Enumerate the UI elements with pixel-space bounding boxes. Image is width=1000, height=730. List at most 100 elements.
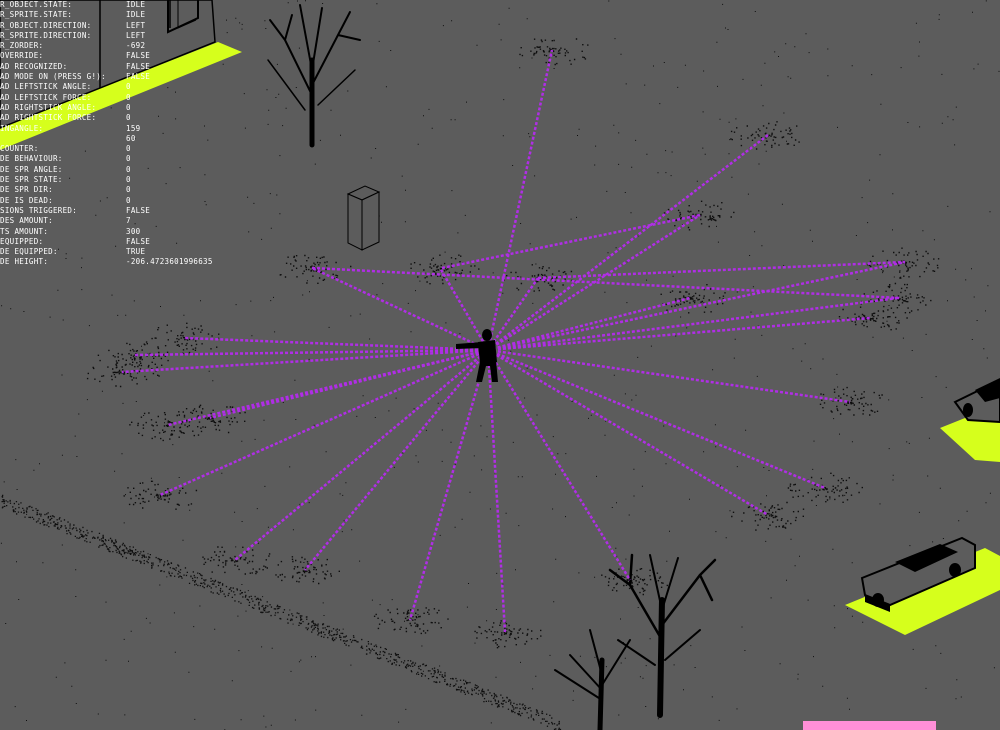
debug-label: DE SPR STATE:: [0, 175, 63, 185]
debug-value: 0: [126, 144, 131, 154]
debug-value: IDLE: [126, 0, 146, 9]
debug-label: R_SPRITE.DIRECTION:: [0, 30, 92, 40]
debug-value: LEFT: [126, 20, 146, 30]
debug-row: R_OBJECT.STATE: IDLE: [0, 0, 250, 10]
debug-label: R_ZORDER:: [0, 41, 44, 51]
debug-value: FALSE: [126, 236, 151, 246]
debug-row: DE IS DEAD: 0: [0, 196, 250, 206]
debug-label: OVERRIDE:: [0, 51, 44, 61]
debug-row: DE SPR ANGLE: 0: [0, 165, 250, 175]
debug-label: SIONS TRIGGERED:: [0, 205, 78, 215]
game-viewport[interactable]: R_OBJECT.STATE: IDLE R_SPRITE.STATE: IDLE R_…: [0, 0, 1000, 730]
debug-overlay: R_OBJECT.STATE: IDLE R_SPRITE.STATE: IDLE R_…: [0, 0, 250, 268]
debug-value: FALSE: [126, 72, 151, 82]
debug-label: COUNTER:: [0, 144, 39, 154]
debug-label: DE EQUIPPED:: [0, 247, 58, 257]
debug-value: 0: [126, 185, 131, 195]
debug-row: AD LEFTSTICK FORCE: 0: [0, 93, 250, 103]
status-bar: [803, 721, 936, 730]
pillar: [346, 185, 381, 251]
debug-value: 7: [126, 216, 131, 226]
explosion-ray: [487, 348, 769, 517]
explosion-ray: [486, 349, 507, 633]
debug-row: EQUIPPED: FALSE: [0, 237, 250, 247]
debug-row: AD RIGHTSTICK ANGLE: 0: [0, 103, 250, 113]
debug-row: INGANGLE: 159: [0, 124, 250, 134]
explosion-ray: [486, 349, 632, 581]
debug-label: R_OBJECT.DIRECTION:: [0, 20, 92, 30]
explosion-ray: [209, 348, 489, 420]
debug-row: 60: [0, 134, 250, 144]
debug-label: DE SPR DIR:: [0, 185, 53, 195]
explosion-ray: [167, 348, 489, 427]
parked-car: [940, 378, 1000, 462]
debug-row: R_SPRITE.STATE: IDLE: [0, 10, 250, 20]
explosion-ray: [311, 266, 489, 352]
debug-value: 0: [126, 164, 131, 174]
debug-row: AD LEFTSTICK ANGLE: 0: [0, 82, 250, 92]
debug-value: 0: [126, 195, 131, 205]
explosion-ray: [184, 336, 489, 352]
debug-value: 0: [126, 82, 131, 92]
debug-value: FALSE: [126, 205, 151, 215]
debug-value: 0: [126, 92, 131, 102]
debug-row: SIONS TRIGGERED: FALSE: [0, 206, 250, 216]
debug-row: DE BEHAVIOUR: 0: [0, 154, 250, 164]
explosion-ray: [134, 348, 489, 357]
debug-row: R_OBJECT.DIRECTION: LEFT: [0, 21, 250, 31]
explosion-ray: [311, 266, 901, 300]
debug-label: DE HEIGHT:: [0, 257, 49, 267]
debug-label: R_SPRITE.STATE:: [0, 10, 73, 20]
debug-value: -692: [126, 41, 146, 51]
debug-label: AD RIGHTSTICK FORCE:: [0, 113, 97, 123]
debug-label: AD LEFTSTICK ANGLE:: [0, 82, 92, 92]
explosion-ray: [408, 349, 490, 621]
explosion-ray: [304, 349, 489, 571]
explosion-ray: [487, 348, 851, 404]
bare-tree: [267, 4, 361, 148]
debug-row: TS AMOUNT: 300: [0, 227, 250, 237]
debug-value: -206.4723601996635: [126, 257, 213, 267]
debug-row: R_ZORDER: -692: [0, 41, 250, 51]
debug-value: 300: [126, 226, 141, 236]
debug-label: R_OBJECT.STATE:: [0, 0, 73, 9]
debug-label: DE BEHAVIOUR:: [0, 154, 63, 164]
debug-row: DES AMOUNT: 7: [0, 216, 250, 226]
debug-label: DES AMOUNT:: [0, 216, 53, 226]
explosion-ray: [441, 213, 701, 270]
debug-row: DE EQUIPPED: TRUE: [0, 247, 250, 257]
debug-value: 0: [126, 102, 131, 112]
debug-value: 0: [126, 175, 131, 185]
debug-row: DE HEIGHT: -206.4723601996635: [0, 257, 250, 267]
debug-label: AD RECOGNIZED:: [0, 61, 68, 71]
debug-label: AD RIGHTSTICK ANGLE:: [0, 102, 97, 112]
debug-row: OVERRIDE: FALSE: [0, 51, 250, 61]
debug-value: IDLE: [126, 10, 146, 20]
explosion-ray: [487, 316, 871, 352]
debug-label: EQUIPPED:: [0, 236, 44, 246]
debug-label: AD MODE ON (PRESS G!):: [0, 72, 106, 82]
debug-row: AD RECOGNIZED: FALSE: [0, 62, 250, 72]
debug-label: AD LEFTSTICK FORCE:: [0, 92, 92, 102]
debug-value: LEFT: [126, 30, 146, 40]
debug-label: TS AMOUNT:: [0, 226, 49, 236]
debug-row: AD RIGHTSTICK FORCE: 0: [0, 113, 250, 123]
debug-value: 60: [126, 133, 136, 143]
debug-label: DE SPR ANGLE:: [0, 164, 63, 174]
debug-value: TRUE: [126, 247, 146, 257]
debug-value: 159: [126, 123, 141, 133]
debug-row: R_SPRITE.DIRECTION: LEFT: [0, 31, 250, 41]
explosion-ray: [487, 348, 826, 490]
explosion-ray: [487, 296, 899, 352]
debug-value: 0: [126, 113, 131, 123]
debug-value: FALSE: [126, 51, 151, 61]
parked-car: [845, 536, 1000, 635]
debug-row: DE SPR DIR: 0: [0, 185, 250, 195]
explosion-ray: [487, 134, 769, 351]
debug-value: FALSE: [126, 61, 151, 71]
debug-row: DE SPR STATE: 0: [0, 175, 250, 185]
debug-label: INGANGLE:: [0, 123, 44, 133]
debug-value: 0: [126, 154, 131, 164]
debug-row: AD MODE ON (PRESS G!): FALSE: [0, 72, 250, 82]
debug-label: DE IS DEAD:: [0, 195, 53, 205]
